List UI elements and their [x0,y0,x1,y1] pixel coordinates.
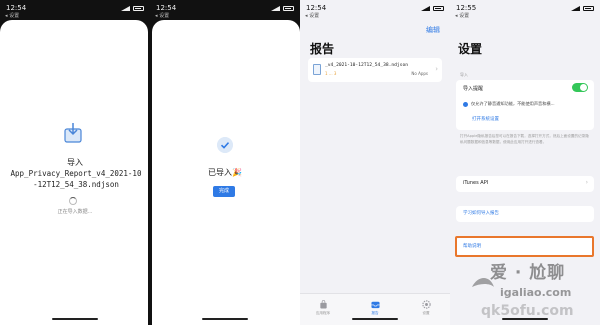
status-icons [421,5,444,11]
notification-info-text: 仅允许了静音通知功能，不能使用声音和横... [471,101,555,106]
back-link[interactable]: ◂ 设置 [155,12,169,19]
battery-icon [133,5,144,11]
filename-line-2: -12T12_54_38.ndjson [33,180,119,189]
report-filename: _v4_2021-10-12T12_54_38.ndjson [325,63,408,68]
status-bar: 12:54 [300,0,450,13]
loading-spinner-icon [69,197,77,205]
bag-icon [319,300,327,309]
home-indicator [52,318,98,320]
tab-apps-label: 应用程序 [315,311,331,315]
status-bar: 12:55 [450,0,600,13]
battery-icon [283,5,294,11]
learn-import-group[interactable]: 学习如何导入报告 [456,206,594,222]
done-button[interactable]: 完成 [213,186,235,197]
battery-icon [433,5,444,11]
home-indicator [352,318,398,320]
highlight-box [455,236,594,257]
info-icon [463,101,468,107]
tab-apps[interactable]: 应用程序 [303,300,343,316]
watermark-url-secondary: qk5ofu.com [481,303,574,319]
import-tray-icon [64,123,82,143]
learn-import-link[interactable]: 学习如何导入报告 [463,210,587,216]
import-help-note: 打开Apple隐私报告后您可以在报告下载，选择打开方式，然后上面设置的记录隐私问… [460,134,589,144]
report-meta: 1 ... 3 [325,71,337,76]
status-time: 12:54 [306,4,327,12]
itunes-api-label: iTunes API [463,180,489,186]
back-link[interactable]: ◂ 设置 [305,12,319,19]
imported-message: 已导入🎉 [208,168,242,177]
status-time: 12:54 [156,4,177,12]
import-title: 导入 [67,158,83,167]
signal-icon [571,5,580,11]
gear-icon [421,300,431,309]
import-filename: App_Privacy_Report_v4_2021-10 -12T12_54_… [2,168,150,190]
home-indicator [202,318,248,320]
phone-report: 12:54 ◂ 设置 编辑 报告 _v4_2021-10-12T12_54_38… [300,0,450,325]
status-bar: 12:54 [150,0,300,13]
watermark-cn: 爱 · 尬聊 [490,263,566,283]
tab-reports-label: 报告 [371,311,379,315]
status-icons [121,5,144,11]
loading-text: 正在导入数据... [57,209,93,215]
tab-settings[interactable]: 设置 [406,300,446,316]
tab-settings-label: 设置 [422,311,430,315]
open-settings-link[interactable]: 打开系统设置 [472,116,587,122]
tray-icon [370,301,380,309]
filename-line-1: App_Privacy_Report_v4_2021-10 [10,169,142,178]
status-time: 12:54 [6,4,27,12]
report-list-item[interactable]: _v4_2021-10-12T12_54_38.ndjson 1 ... 3 N… [308,58,442,82]
import-toggle-row: 导入提醒 [463,85,587,92]
page-title: 设置 [458,42,483,56]
tab-reports[interactable]: 报告 [355,300,395,316]
watermark-url: igaliao.com [500,286,572,299]
status-icons [571,5,594,11]
document-icon [313,64,321,75]
notification-info-row: 仅允许了静音通知功能，不能使用声音和横... [463,101,587,107]
itunes-group[interactable]: iTunes API › [456,176,594,192]
page-title: 报告 [310,42,335,56]
import-reminder-toggle[interactable] [572,83,588,92]
status-bar: 12:54 [0,0,150,13]
import-settings-group: 导入提醒 仅允许了静音通知功能，不能使用声音和横... 打开系统设置 [456,80,594,130]
phone-imported: 12:54 ◂ 设置 [150,0,300,325]
back-link[interactable]: ◂ 设置 [455,12,469,19]
report-apps-count: No Apps [411,71,428,76]
edit-button[interactable]: 编辑 [426,25,440,35]
chevron-right-icon: › [435,65,438,73]
import-toggle-label: 导入提醒 [463,86,484,92]
status-icons [271,5,294,11]
signal-icon [421,5,430,11]
signal-icon [271,5,280,11]
signal-icon [121,5,130,11]
tab-bar: 应用程序 报告 设置 [300,293,450,325]
back-link[interactable]: ◂ 设置 [5,12,19,19]
chevron-right-icon: › [585,179,588,186]
status-time: 12:55 [456,4,477,12]
checkmark-icon [217,137,233,153]
battery-icon [583,5,594,11]
section-label-import: 导入 [460,72,468,77]
